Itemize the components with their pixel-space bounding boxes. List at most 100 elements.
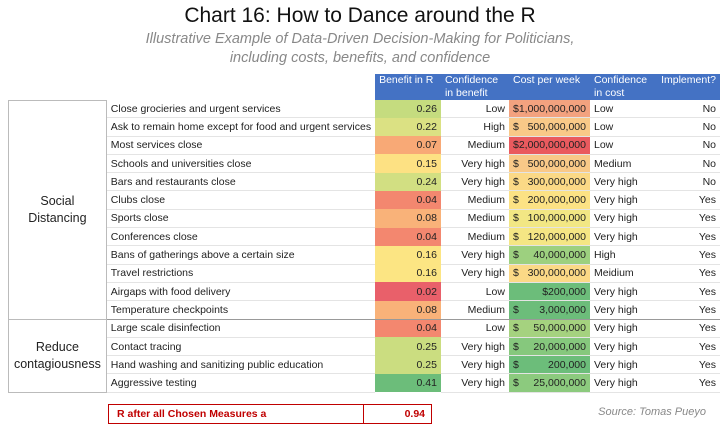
implement-flag: Yes [657,209,720,229]
cost-per-week: $300,000,000 [508,172,590,192]
chart-subtitle: Illustrative Example of Data-Driven Deci… [0,30,720,68]
benefit-value: 0.16 [375,245,441,265]
benefit-value: 0.02 [375,282,441,301]
benefit-confidence: Low [440,100,509,119]
summary-label: R after all Chosen Measures a [108,404,364,424]
table-row: Sports close 0.08 Medium $100,000,000 Very h… [9,209,720,229]
implement-flag: No [657,117,720,137]
cost-currency: $ [512,267,519,280]
cost-amount: 100,000,000 [527,212,586,225]
cost-per-week: $3,000,000 [508,300,590,320]
implement-flag: Yes [657,282,720,302]
implement-flag: No [657,100,720,119]
benefit-confidence: Very high [440,264,509,283]
cost-amount: 25,000,000 [533,377,586,390]
benefit-value: 0.08 [375,209,441,228]
measure-name: Most services close [106,136,376,155]
measure-name: Contact tracing [106,337,376,357]
table-row: Conferences close 0.04 Medium $120,000,000 V… [9,227,720,247]
cost-currency: $ [512,175,519,188]
cost-amount: 50,000,000 [533,322,586,335]
table-row: Hand washing and sanitizing public educa… [9,355,720,375]
header-blank-measure [106,74,375,100]
cost-confidence: Very high [589,209,658,229]
cost-per-week: $2,000,000,000 [508,136,590,155]
cost-amount: 300,000,000 [527,175,586,188]
cost-amount: 3,000,000 [539,303,586,316]
chart-title: Chart 16: How to Dance around the R [184,4,536,27]
implement-flag: Yes [657,337,720,357]
header-benefit: Benefit in R [375,74,441,100]
cost-confidence: Very high [589,337,658,357]
benefit-confidence: Very high [440,172,509,192]
table-row: Schools and universities close 0.15 Very h… [9,154,720,174]
benefit-confidence: Low [440,319,509,338]
cost-per-week: $50,000,000 [508,319,590,338]
cost-per-week: $200,000 [508,355,590,375]
implement-flag: Yes [657,355,720,375]
subtitle-line-2: including costs, benefits, and confidenc… [229,50,491,66]
benefit-value: 0.25 [375,337,441,356]
header-blank-category [9,74,107,100]
cost-currency: $ [512,157,519,170]
implement-flag: Yes [657,319,720,338]
measure-name: Large scale disinfection [106,319,376,338]
cost-confidence: Very high [589,355,658,375]
benefit-value: 0.07 [375,136,441,155]
decision-table: Benefit in R Confidence in benefit Cost … [8,74,720,393]
category-label: Reduce contagiousness [8,318,107,393]
implement-flag: No [657,136,720,155]
cost-amount: $200,000 [542,285,586,298]
cost-confidence: Very high [589,373,658,393]
header-confidence-cost: Confidence in cost [589,74,658,100]
measure-name: Ask to remain home except for food and u… [106,117,376,137]
cost-confidence: Meidium [589,264,658,283]
implement-flag: Yes [657,300,720,320]
header-row: Benefit in R Confidence in benefit Cost … [9,74,720,100]
table-row: Airgaps with food delivery 0.02 Low $200,00… [9,282,720,302]
cost-currency: $ [512,230,519,243]
benefit-value: 0.16 [375,264,441,283]
benefit-confidence: Very high [440,355,509,375]
cost-currency: $ [512,322,519,335]
measure-name: Bars and restaurants close [106,172,376,192]
cost-amount: $1,000,000,000 [512,102,586,115]
benefit-value: 0.22 [375,117,441,137]
benefit-confidence: Medium [440,136,509,155]
benefit-value: 0.08 [375,300,441,320]
table-row: Contact tracing 0.25 Very high $20,000,000 V… [9,337,720,357]
cost-currency: $ [512,303,519,316]
table-row: Travel restrictions 0.16 Very high $300,000… [9,264,720,283]
cost-per-week: $500,000,000 [508,154,590,174]
benefit-confidence: Low [440,282,509,302]
cost-confidence: High [589,245,658,265]
benefit-value: 0.41 [375,373,441,393]
benefit-confidence: Medium [440,300,509,320]
cost-confidence: Very high [589,227,658,247]
benefit-confidence: Very high [440,245,509,265]
benefit-confidence: Medium [440,190,509,210]
category-label: Social Distancing [8,99,107,320]
benefit-value: 0.04 [375,190,441,210]
cost-amount: $2,000,000,000 [512,139,586,152]
measure-name: Sports close [106,209,376,229]
cost-per-week: $300,000,000 [508,264,590,283]
table-row: Clubs close 0.04 Medium $200,000,000 Very hi… [9,190,720,210]
header-confidence-benefit: Confidence in benefit [440,74,509,100]
cost-amount: 500,000,000 [527,120,586,133]
measure-name: Aggressive testing [106,373,376,393]
cost-currency: $ [512,377,519,390]
cost-amount: 300,000,000 [527,267,586,280]
header-cost: Cost per week [508,74,590,100]
implement-flag: Yes [657,245,720,265]
measure-name: Bans of gatherings above a certain size [106,245,376,265]
benefit-value: 0.04 [375,227,441,246]
cost-confidence: Medium [589,154,658,174]
cost-confidence: Very high [589,300,658,320]
implement-flag: Yes [657,373,720,393]
measure-name: Hand washing and sanitizing public educa… [106,355,376,375]
benefit-confidence: Medium [440,227,509,247]
table-row: Social Distancing Close grocieries and ur… [8,99,720,320]
cost-per-week: $40,000,000 [508,245,590,265]
cost-per-week: $1,000,000,000 [508,100,590,119]
